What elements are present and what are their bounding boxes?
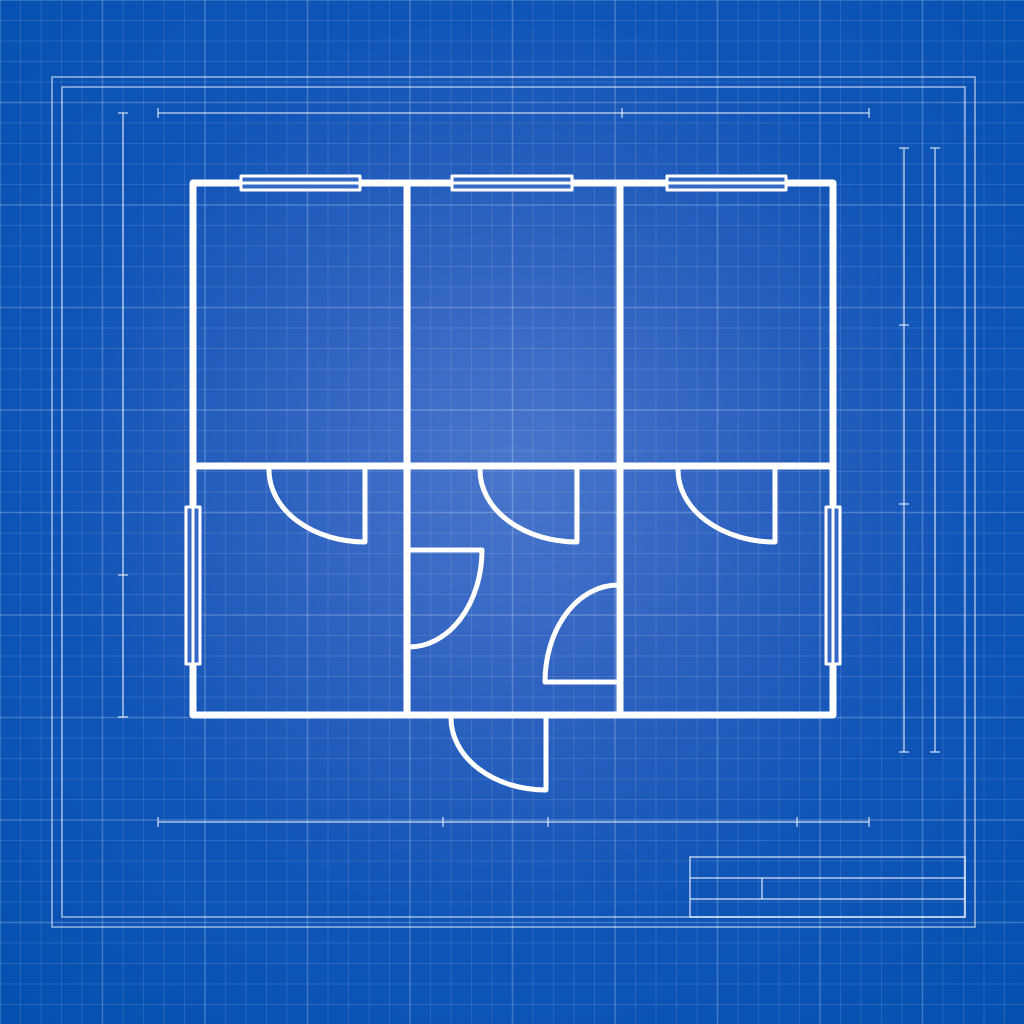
- room-bottom-left: [197, 470, 403, 711]
- room-top-right: [624, 187, 829, 462]
- room-top-middle: [411, 187, 616, 462]
- blueprint-drawing: [0, 0, 1024, 1024]
- room-bottom-right: [624, 470, 829, 711]
- room-top-left: [197, 187, 403, 462]
- dimension-line-left: [118, 112, 128, 718]
- dimension-line-top: [157, 108, 870, 118]
- title-block: [689, 856, 966, 918]
- dimension-line-bottom: [157, 817, 870, 827]
- floor-plan: [184, 174, 842, 793]
- room-bottom-middle: [411, 470, 616, 711]
- rooms: [197, 187, 829, 711]
- dimension-line-right-outer: [930, 147, 940, 753]
- dimension-line-right-inner: [899, 147, 909, 753]
- blueprint-svg: [0, 0, 1024, 1024]
